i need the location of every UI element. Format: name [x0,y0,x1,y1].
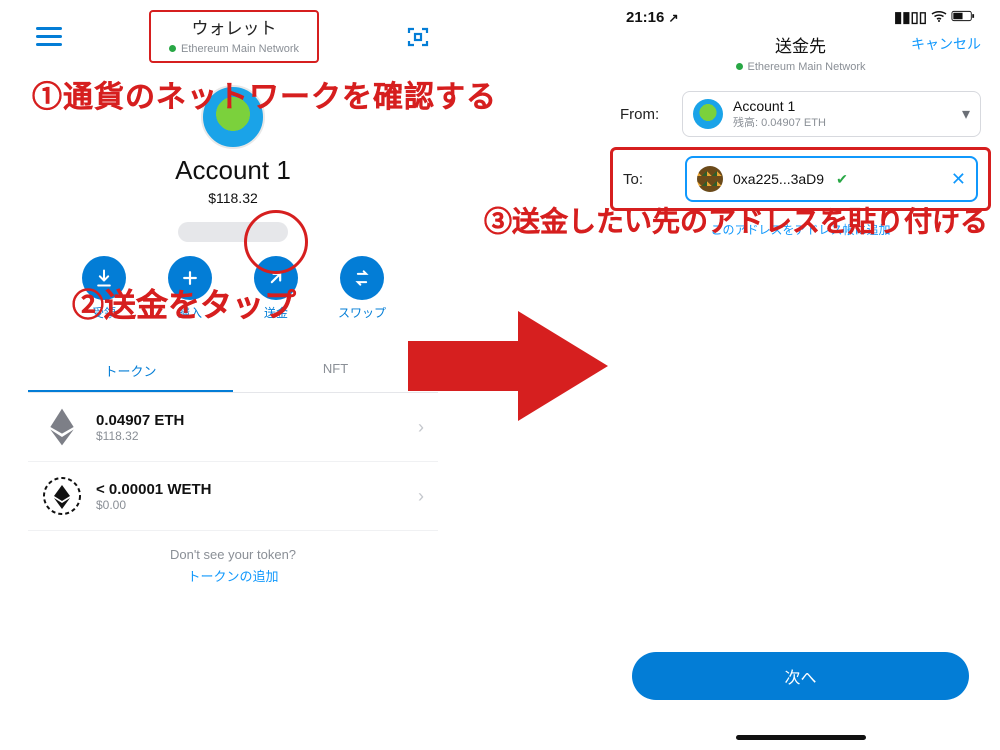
battery-icon [951,9,975,26]
arrow-right-icon [408,306,608,426]
check-icon: ✔ [836,171,848,188]
from-account-name: Account 1 [733,98,826,114]
account-name: Account 1 [28,155,438,186]
header-title: ウォレット [169,14,299,39]
to-row: To: 0xa225...3aD9 ✔ ✕ [619,154,982,204]
status-icons: ▮▮▯▯ [894,8,975,26]
token-fiat: $0.00 [96,498,211,512]
from-label: From: [620,106,672,123]
swap-icon [340,256,384,300]
network-selector[interactable]: ウォレット Ethereum Main Network [149,10,319,63]
action-buttons: 受領 購入 送金 スワップ [28,256,438,321]
to-address-input[interactable]: 0xa225...3aD9 ✔ ✕ [685,156,978,202]
next-button[interactable]: 次へ [632,652,969,700]
from-meta: Account 1 残高: 0.04907 ETH [733,98,826,130]
download-icon [82,256,126,300]
from-row: From: Account 1 残高: 0.04907 ETH ▾ [608,83,993,145]
clear-icon[interactable]: ✕ [951,169,966,190]
tab-nft[interactable]: NFT [233,351,438,392]
wifi-icon [931,9,947,26]
plus-icon [168,256,212,300]
fiat-balance: $118.32 [28,190,438,206]
network-status-dot [169,45,176,52]
from-balance: 残高: 0.04907 ETH [733,114,826,130]
wallet-header: ウォレット Ethereum Main Network [28,0,438,67]
buy-button[interactable]: 購入 [162,256,218,321]
identicon-icon [697,166,723,192]
send-to-screen: 21:16 ↗ ▮▮▯▯ 送金先 Ethereum Main Network キ… [608,0,993,750]
tab-tokens[interactable]: トークン [28,351,233,392]
menu-icon[interactable] [36,27,62,46]
wallet-tabs: トークン NFT [28,351,438,393]
network-status-dot [736,63,743,70]
send-header: 送金先 Ethereum Main Network キャンセル [608,28,993,83]
network-name: Ethereum Main Network [181,43,299,55]
to-address-text: 0xa225...3aD9 [733,171,824,187]
token-meta: < 0.00001 WETH $0.00 [96,481,211,512]
arrow-up-right-icon [254,256,298,300]
token-meta: 0.04907 ETH $118.32 [96,412,184,443]
send-button[interactable]: 送金 [248,256,304,321]
token-amount: 0.04907 ETH [96,412,184,429]
token-amount: < 0.00001 WETH [96,481,211,498]
receive-button[interactable]: 受領 [76,256,132,321]
token-row-weth[interactable]: < 0.00001 WETH $0.00 › [28,462,438,531]
eth-icon [42,407,82,447]
annotation-box-to: To: 0xa225...3aD9 ✔ ✕ [610,147,991,211]
to-label: To: [623,171,675,188]
chevron-down-icon: ▾ [962,104,970,124]
buy-label: 購入 [178,304,202,321]
home-indicator [736,735,866,740]
signal-icon: ▮▮▯▯ [894,8,927,26]
weth-icon [42,476,82,516]
account-avatar[interactable] [201,85,265,149]
missing-token-text: Don't see your token? [28,547,438,562]
network-name: Ethereum Main Network [748,61,866,73]
network-label: Ethereum Main Network [736,61,866,73]
save-address-link[interactable]: このアドレスをアドレス帳に追加 [608,221,993,238]
qr-scan-icon[interactable] [406,25,430,49]
status-bar: 21:16 ↗ ▮▮▯▯ [608,0,993,28]
clock-text: 21:16 [626,9,664,26]
wallet-screen: ウォレット Ethereum Main Network Account 1 $1… [28,0,438,600]
swap-label: スワップ [338,304,386,321]
chevron-right-icon: › [418,486,424,507]
location-icon: ↗ [669,11,679,25]
chevron-right-icon: › [418,417,424,438]
token-fiat: $118.32 [96,429,184,443]
from-account-selector[interactable]: Account 1 残高: 0.04907 ETH ▾ [682,91,981,137]
swap-button[interactable]: スワップ [334,256,390,321]
account-avatar-small [693,99,723,129]
network-label: Ethereum Main Network [169,43,299,55]
token-row-eth[interactable]: 0.04907 ETH $118.32 › [28,393,438,462]
receive-label: 受領 [92,304,116,321]
add-token-footer: Don't see your token? トークンの追加 [28,531,438,591]
cancel-button[interactable]: キャンセル [911,34,981,54]
status-time: 21:16 ↗ [626,9,679,26]
send-label: 送金 [264,304,288,321]
address-copy-pill[interactable] [178,222,288,242]
add-token-link[interactable]: トークンの追加 [28,566,438,585]
